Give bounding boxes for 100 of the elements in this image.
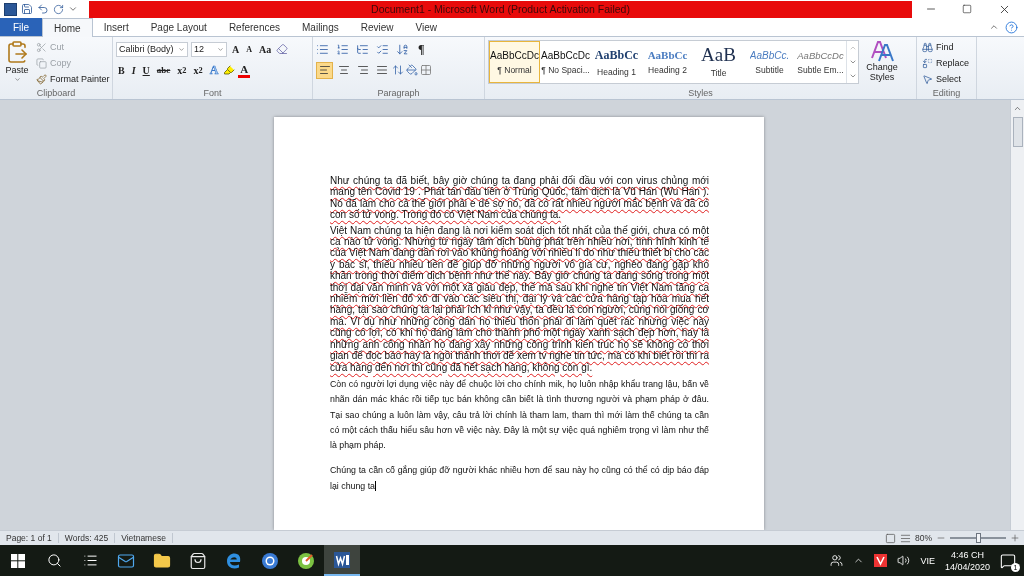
bullets-icon: [316, 42, 329, 56]
clipboard-action[interactable]: Format Painter: [34, 72, 112, 86]
input-language[interactable]: VIE: [920, 555, 935, 566]
paragraph: Chúng ta cần cố gắng giúp đỡ người khác nhiều hơn để sau này họ cũng có thể có dịp báo đáp lại chung ta: [330, 464, 709, 494]
align-center-icon: [337, 64, 350, 76]
style-preview: AaB: [701, 46, 736, 64]
show-marks-button[interactable]: ¶: [416, 41, 427, 57]
style-preview: AaBbCc: [594, 47, 639, 63]
ribbon-tab[interactable]: Mailings: [291, 18, 350, 36]
align-right-icon: [356, 64, 369, 76]
customize-caret-icon: [68, 4, 78, 14]
help-icon: [1005, 20, 1018, 34]
window-title: Document1 - Microsoft Word (Product Activation Failed): [371, 3, 630, 15]
ribbon-tab[interactable]: Home: [42, 18, 93, 37]
highlighter-icon: [223, 64, 236, 76]
format-button[interactable]: I: [129, 62, 138, 78]
style-preview: AaBbCcDc: [490, 49, 539, 61]
zoom-level: 80%: [915, 533, 932, 543]
vertical-scrollbar[interactable]: [1010, 100, 1024, 530]
mail-icon: [117, 551, 135, 570]
paste-button[interactable]: Paste: [3, 40, 31, 87]
antivirus-icon: [874, 554, 888, 567]
ribbon-tab[interactable]: Review: [349, 18, 405, 36]
collapse-ribbon-icon: [989, 22, 999, 32]
shading-icon: [406, 64, 418, 76]
notifications-icon: [1000, 552, 1016, 569]
style-preview: AaBbCcDc: [541, 49, 590, 61]
scrollbar-thumb[interactable]: [1012, 117, 1023, 147]
restore-icon: [962, 4, 973, 14]
folder-icon: [153, 551, 171, 570]
scroll-up-icon: [1013, 104, 1022, 113]
style-label: Title: [710, 68, 727, 78]
paragraph: Còn có người lợi dụng việc này để chuộc lời cho chính mik, họ luôn nhập khẩu trang lậu, bấn về nhãn dán mác khác rồi tiếp tục bán không cần biết là tình thương người và phạm pháp ở đâu. Tại sao chúng a luôn làm vậy, câu trả lời chính là tham lam, tham thì mới làm thế chúng ta cần có một cách thấu hiểu sâu hơn về việc này. Đây là một sự việc quá nghiêm trọng vì làm như thế là phạm pháp.: [330, 377, 709, 453]
editing-button[interactable]: Replace: [920, 56, 972, 70]
ribbon-tab[interactable]: References: [217, 18, 291, 36]
group-label: Editing: [931, 87, 962, 99]
caret-icon: [13, 76, 21, 83]
taskbar-app[interactable]: [324, 545, 360, 576]
borders-icon: [420, 64, 432, 76]
replace-icon: [922, 57, 933, 69]
format-button[interactable]: U: [140, 62, 152, 78]
people-icon: [830, 554, 844, 567]
ribbon-tab[interactable]: View: [404, 18, 448, 36]
print-layout-icon: [885, 532, 896, 544]
style-label: Subtle Em...: [797, 64, 844, 75]
paragraph: Việt Nam chúng ta hiện đang là nơi kiểm soát dịch tốt nhất của thế giới, chưa có một ca nào tử vong. Nhưng từ ngày tâm dịch bùng phát trên nhiều nơi, tình hình kinh tế của Việt Nam đang dần rơi vào khủng hoảng với nhiều lí do như thiếu thiết bị cho các y bác sĩ, thiếu nhiều tiền để giúp đỡ những người vô gia cư, nghèo đang gặp khó khăn trong thời điểm dịch bệnh như thế này. Bây giờ chúng ta đang sống trong một thời đại văn minh và với một xã giàu đẹp, thế mà sau khi nghe tin Việt Nam tăng ca nhiễm mới liền đổ xô đi vào các siêu thị, đại lý và các cửa hàng tạp hóa mua hết hàng, tại sao chúng ta lại phải ích kỉ như vậy, ta đều là con người, cùng nòi giống cơ mà. Ví dụ như những công dân họ thiếu thốn phải đi làm quét rác nhưng việc này cũng có lợi, có khi họ đang làm cho thành phố một ngày xanh sạch đẹp hơn, hay là những anh công nhân họ đang xây những công trình kiến trúc họ sẽ không có thời gian để đọc báo hay là ngồi thảnh thơi để xem tv nghe tin tức, mà có khi biết rồi thì ra cửa hàng đến nơi thì cũng đã hết sạch hàng, không còn gì.: [330, 224, 709, 373]
line-spacing-icon: [392, 64, 404, 76]
font-color-button[interactable]: A: [238, 62, 251, 78]
redo-icon: [53, 3, 64, 15]
style-preview: AaBbCc: [647, 49, 688, 61]
editing-button[interactable]: Select: [920, 72, 972, 86]
file-tab[interactable]: File: [0, 18, 42, 36]
align-left-icon: [318, 64, 331, 76]
multilevel-list-icon: [356, 42, 369, 56]
caret-icon: [178, 45, 185, 53]
save-icon: [21, 3, 33, 15]
word-count: Words: 425: [58, 533, 116, 543]
draft-view-icon: [900, 532, 911, 544]
windows-logo-icon: [11, 553, 25, 568]
zoom-in-icon: [1010, 533, 1020, 543]
search-icon: [46, 553, 62, 568]
editing-button[interactable]: Find: [920, 40, 972, 54]
paintbrush-icon: [36, 73, 47, 85]
style-preview: AaBbCc.: [749, 49, 790, 61]
justify-icon: [375, 64, 388, 76]
shopping-bag-icon: [189, 551, 207, 570]
shrink-font-button[interactable]: A: [244, 41, 254, 57]
group-label: Paragraph: [376, 87, 421, 99]
style-label: Subtitle: [755, 64, 784, 75]
clock[interactable]: 4:46 CH 14/04/2020: [944, 548, 990, 573]
style-item[interactable]: AaBbCcDc ¶ Normal: [489, 41, 540, 83]
alignment-button[interactable]: [316, 61, 333, 79]
scroll-down-icon: [848, 58, 857, 66]
style-label: ¶ Normal: [497, 64, 532, 75]
paragraph: Như chúng ta đã biết, bây giờ chúng ta đang phải đối đầu với con virus chủng mới mang tên Covid 19 . Phát tán đầu tiên ở Trung Quốc, tâm dịch là Vũ Hán (Wu Han ). Nó đã làm cho cả thế giới phải e dè sợ nó, đã có rất nhiều người mắc bệnh và đã có con số tử vong. Trong đó có Việt Nam của chúng ta.: [330, 175, 709, 221]
pointer-icon: [922, 73, 933, 85]
page-count: Page: 1 of 1: [0, 533, 59, 543]
group-label: Styles: [687, 87, 714, 99]
style-label: Heading 1: [597, 66, 636, 77]
ribbon-tab[interactable]: Insert: [92, 18, 140, 36]
copy-icon: [36, 57, 47, 69]
browser-logo-icon: [261, 551, 279, 570]
binoculars-icon: [922, 41, 933, 53]
letters-a-icon: [870, 40, 894, 62]
group-label: Font: [202, 87, 223, 99]
style-label: Heading 2: [648, 65, 687, 75]
format-button[interactable]: B: [116, 62, 127, 78]
style-label: ¶ No Spaci...: [541, 64, 590, 75]
change-styles-button[interactable]: Change Styles: [862, 40, 902, 87]
font-name-field[interactable]: Calibri (Body): [116, 41, 188, 57]
font-size-field[interactable]: 12: [191, 41, 227, 57]
caret-icon: [217, 45, 224, 53]
sort-icon: [396, 42, 409, 56]
grow-font-button[interactable]: A: [230, 41, 242, 57]
change-case-button[interactable]: Aa: [257, 41, 274, 57]
undo-icon: [37, 3, 49, 15]
more-icon: [848, 72, 857, 80]
format-button[interactable]: abc: [154, 62, 173, 78]
style-preview: AaBbCcDc: [797, 49, 844, 61]
ribbon-tab[interactable]: Page Layout: [139, 18, 218, 36]
